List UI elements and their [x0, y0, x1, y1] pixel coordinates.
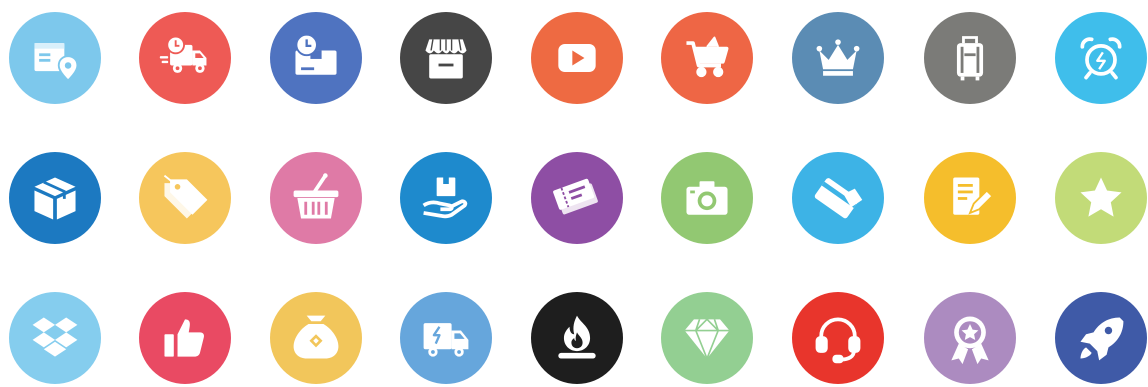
- scheduled-package-icon[interactable]: [270, 12, 362, 104]
- credit-card-payment-icon[interactable]: [792, 152, 884, 244]
- dropbox-icon[interactable]: [9, 292, 101, 384]
- package-hand-icon[interactable]: [400, 152, 492, 244]
- shopping-basket-icon[interactable]: [270, 152, 362, 244]
- flame-icon[interactable]: [531, 292, 623, 384]
- fast-delivery-truck-icon[interactable]: [139, 12, 231, 104]
- delivery-van-icon[interactable]: [400, 292, 492, 384]
- camera-icon[interactable]: [661, 152, 753, 244]
- headset-support-icon[interactable]: [792, 292, 884, 384]
- video-play-icon[interactable]: [531, 12, 623, 104]
- luggage-icon[interactable]: [924, 12, 1016, 104]
- storefront-icon[interactable]: [400, 12, 492, 104]
- price-tags-icon[interactable]: [139, 152, 231, 244]
- tickets-icon[interactable]: [531, 152, 623, 244]
- alarm-clock-icon[interactable]: [1055, 12, 1147, 104]
- icon-grid: [0, 0, 1148, 387]
- crown-icon[interactable]: [792, 12, 884, 104]
- star-icon[interactable]: [1055, 152, 1147, 244]
- thumbs-up-icon[interactable]: [139, 292, 231, 384]
- award-badge-icon[interactable]: [924, 292, 1016, 384]
- diamond-icon[interactable]: [661, 292, 753, 384]
- rocket-icon[interactable]: [1055, 292, 1147, 384]
- money-bag-icon[interactable]: [270, 292, 362, 384]
- parcel-location-icon[interactable]: [9, 12, 101, 104]
- notes-edit-icon[interactable]: [924, 152, 1016, 244]
- shopping-cart-icon[interactable]: [661, 12, 753, 104]
- box-icon[interactable]: [9, 152, 101, 244]
